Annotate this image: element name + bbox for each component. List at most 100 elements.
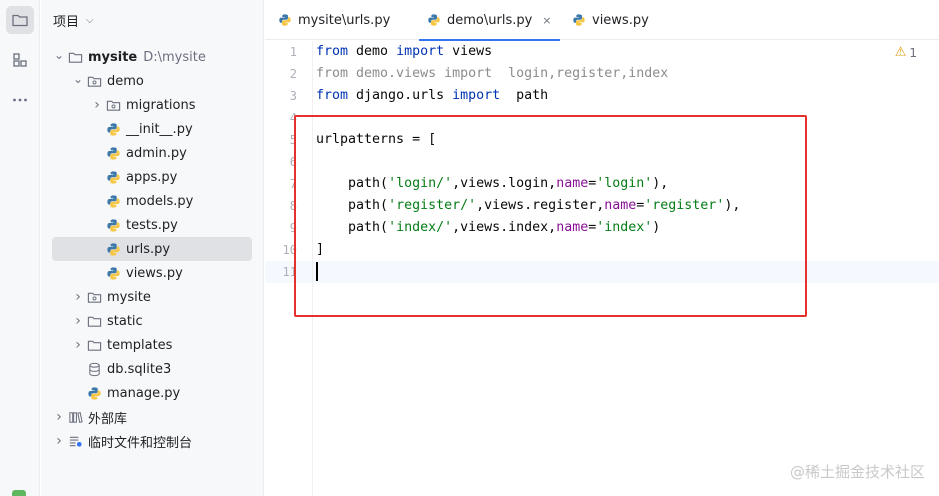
watermark: @稀土掘金技术社区 [789,463,925,481]
tree-item[interactable]: › mysite [41,285,264,309]
tree-item-label: demo [107,73,144,89]
warning-icon: ⚠ [894,45,907,60]
chevron-right-icon[interactable]: › [72,289,84,305]
tab-mysite-urls[interactable]: mysite\urls.py [278,0,390,40]
tab-demo-urls[interactable]: demo\urls.py × [419,0,560,41]
code-token: demo [348,44,397,59]
warning-count: 1 [909,45,917,60]
library-icon [67,409,83,425]
chevron-right-icon[interactable]: › [72,337,84,353]
code-token: from demo.views import login,register,in… [316,66,669,81]
tab-label: views.py [592,12,649,28]
structure-tool-button[interactable] [6,46,34,74]
package-icon [105,97,121,113]
code-line[interactable]: from demo.views import login,register,in… [316,63,668,85]
structure-icon [13,53,27,67]
code-token: path [500,88,549,103]
warnings-indicator[interactable]: ⚠ 1 [895,45,917,60]
chevron-right-icon[interactable]: › [72,313,84,329]
tree-item[interactable]: tests.py [41,213,264,237]
chevron-right-icon[interactable]: › [53,433,65,449]
tree-item-label: 外部库 [88,411,128,427]
tree-item[interactable]: › static [41,309,264,333]
tree-item-label: __init__.py [126,121,193,137]
tree-item-label: static [107,313,143,329]
tree-item-path: D:\mysite [143,49,206,65]
folder-icon [67,49,83,65]
status-indicator [12,490,26,496]
code-token: from [316,44,349,59]
python-file-icon [105,145,121,161]
tree-item[interactable]: apps.py [41,165,264,189]
python-file-icon [105,193,121,209]
tree-item[interactable]: db.sqlite3 [41,357,264,381]
line-number: 8 [289,199,297,213]
code-line[interactable]: from django.urls import path [316,85,548,107]
code-line[interactable]: from demo import views [316,41,492,63]
code-editor[interactable]: 1 2 3 4 5 6 7 8 9 10 11 from demo import views from… [265,41,939,496]
tree-item-label: views.py [126,265,183,281]
tree-item[interactable]: ⌄ demo [41,69,264,93]
tree-item-label: apps.py [126,169,178,185]
tree-item-label: admin.py [126,145,187,161]
python-file-icon [105,121,121,137]
chevron-down-icon[interactable]: ⌄ [53,48,65,62]
line-number: 3 [289,89,297,103]
python-file-icon [279,14,291,26]
chevron-down-icon[interactable]: ⌄ [72,72,84,86]
tree-item-label: mysite [88,49,138,65]
line-number: 9 [289,221,297,235]
line-number: 4 [289,111,297,125]
more-tools-button[interactable] [6,86,34,114]
tree-item[interactable]: urls.py [52,237,252,261]
line-number: 10 [282,243,297,257]
python-file-icon [105,217,121,233]
tree-item-label: urls.py [126,241,171,257]
python-file-icon [105,169,121,185]
tool-window-strip [0,0,40,496]
tree-item[interactable]: › 临时文件和控制台 [41,429,264,453]
code-token: from [316,88,349,103]
tree-item-label: db.sqlite3 [107,361,172,377]
line-number: 11 [282,265,297,279]
tab-views[interactable]: views.py [572,0,649,40]
close-icon[interactable]: × [542,14,551,27]
chevron-right-icon[interactable]: › [53,409,65,425]
tab-label: demo\urls.py [447,12,533,28]
tree-item[interactable]: views.py [41,261,264,285]
project-title: 项目 [53,14,80,30]
tree-item-label: templates [107,337,173,353]
chevron-right-icon[interactable]: › [91,97,103,113]
tree-item-label: migrations [126,97,196,113]
tree-item-label: models.py [126,193,194,209]
line-number: 5 [289,133,297,147]
scratch-icon [67,433,83,449]
tree-item-label: mysite [107,289,151,305]
project-view-selector[interactable]: 项目 ⌵ [53,10,94,30]
folder-icon [12,14,28,27]
line-number: 7 [289,177,297,191]
python-file-icon [105,241,121,257]
python-file-icon [428,14,440,26]
tree-item-label: manage.py [107,385,181,401]
annotation-highlight-box [294,115,807,317]
chevron-down-icon: ⌵ [86,14,94,26]
tree-item[interactable]: › templates [41,333,264,357]
tree-item[interactable]: ⌄ mysite D:\mysite [41,45,264,69]
project-tool-button[interactable] [6,6,34,34]
line-number: 2 [289,67,297,81]
package-icon [86,289,102,305]
tree-item[interactable]: › migrations [41,93,264,117]
database-icon [86,361,102,377]
tab-label: mysite\urls.py [298,12,391,28]
python-file-icon [86,385,102,401]
tree-item[interactable]: __init__.py [41,117,264,141]
tree-item[interactable]: › 外部库 [41,405,264,429]
tree-item[interactable]: models.py [41,189,264,213]
line-number: 1 [289,45,297,59]
package-icon [86,73,102,89]
tree-item[interactable]: admin.py [41,141,264,165]
tree-item[interactable]: manage.py [41,381,264,405]
editor-tabs: mysite\urls.py demo\urls.py × views.py [265,0,939,41]
more-icon [13,98,27,102]
